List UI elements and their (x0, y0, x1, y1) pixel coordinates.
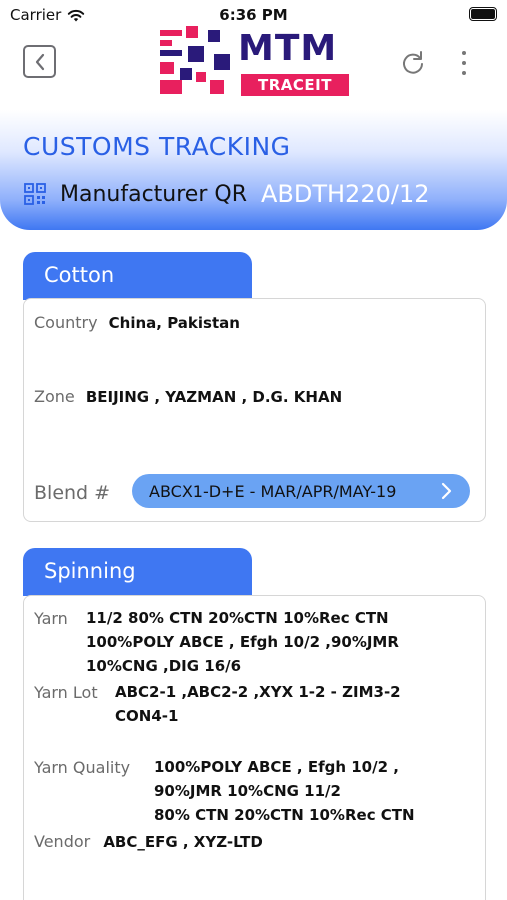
zone-label: Zone (34, 387, 75, 406)
qr-label: Manufacturer QR (60, 181, 247, 207)
vendor-row: Vendor ABC_EFG , XYZ-LTD (34, 832, 263, 851)
app-logo: MTM TRACEIT (158, 24, 350, 100)
logo-mark-icon (160, 26, 230, 94)
yarn-row: Yarn 11/2 80% CTN 20%CTN 10%Rec CTN 100%… (34, 609, 399, 678)
qr-value: ABDTH220/12 (260, 180, 430, 208)
yarn-quality-line: 90%JMR 10%CNG 11/2 (154, 782, 341, 800)
yarn-line: 11/2 80% CTN 20%CTN 10%Rec CTN (86, 609, 389, 627)
blend-value: ABCX1-D+E - MAR/APR/MAY-19 (149, 481, 397, 501)
yarn-values: 11/2 80% CTN 20%CTN 10%Rec CTN 100%POLY … (86, 606, 399, 678)
logo-wordmark: MTM (238, 28, 338, 69)
country-row: Country China, Pakistan (34, 313, 240, 332)
logo-tagline: TRACEIT (241, 74, 349, 96)
refresh-icon (403, 51, 423, 74)
zone-row: Zone BEIJING , YAZMAN , D.G. KHAN (34, 387, 342, 406)
country-value: China, Pakistan (108, 314, 240, 332)
yarn-quality-values: 100%POLY ABCE , Efgh 10/2 , 90%JMR 10%CN… (154, 755, 415, 827)
yarn-lot-label: Yarn Lot (34, 683, 98, 702)
yarn-quality-label: Yarn Quality (34, 758, 131, 777)
yarn-line: 100%POLY ABCE , Efgh 10/2 ,90%JMR (86, 633, 399, 651)
yarn-lot-line: CON4-1 (115, 707, 179, 725)
yarn-label: Yarn (34, 609, 68, 628)
chevron-left-icon (35, 53, 44, 70)
blend-link-button[interactable]: ABCX1-D+E - MAR/APR/MAY-19 (132, 474, 470, 508)
zone-value: BEIJING , YAZMAN , D.G. KHAN (85, 388, 343, 406)
status-time: 6:36 PM (219, 6, 288, 24)
more-menu-button[interactable] (455, 48, 473, 78)
yarn-line: 10%CNG ,DIG 16/6 (86, 657, 242, 675)
yarn-quality-line: 80% CTN 20%CTN 10%Rec CTN (154, 806, 415, 824)
header-banner: CUSTOMS TRACKING Manufacturer QR ABDTH22… (0, 110, 507, 230)
tab-cotton: Cotton (23, 252, 252, 300)
blend-label: Blend # (34, 482, 111, 504)
tab-spinning: Spinning (23, 548, 252, 596)
country-label: Country (34, 313, 98, 332)
cotton-card: Country China, Pakistan Zone BEIJING , Y… (23, 298, 486, 522)
qr-code-icon (24, 183, 46, 205)
spinning-tab-label: Spinning (44, 559, 136, 583)
more-vertical-icon (462, 51, 466, 55)
vendor-value: ABC_EFG , XYZ-LTD (103, 833, 263, 851)
chevron-right-icon (441, 482, 452, 500)
cotton-tab-label: Cotton (44, 263, 115, 287)
vendor-label: Vendor (34, 832, 91, 851)
yarn-lot-row: Yarn Lot ABC2-1 ,ABC2-2 ,XYX 1-2 - ZIM3-… (34, 683, 401, 728)
blend-row: Blend # (34, 482, 110, 504)
spinning-card: Yarn 11/2 80% CTN 20%CTN 10%Rec CTN 100%… (23, 595, 486, 900)
page-title: CUSTOMS TRACKING (23, 132, 291, 161)
yarn-lot-values: ABC2-1 ,ABC2-2 ,XYX 1-2 - ZIM3-2 CON4-1 (115, 680, 401, 728)
back-button[interactable] (23, 45, 56, 78)
yarn-quality-row: Yarn Quality 100%POLY ABCE , Efgh 10/2 ,… (34, 758, 415, 827)
yarn-quality-line: 100%POLY ABCE , Efgh 10/2 , (154, 758, 399, 776)
manufacturer-qr-row: Manufacturer QR ABDTH220/12 (24, 180, 430, 208)
yarn-lot-line: ABC2-1 ,ABC2-2 ,XYX 1-2 - ZIM3-2 (115, 683, 401, 701)
refresh-button[interactable] (398, 48, 428, 78)
battery-icon (469, 7, 497, 21)
